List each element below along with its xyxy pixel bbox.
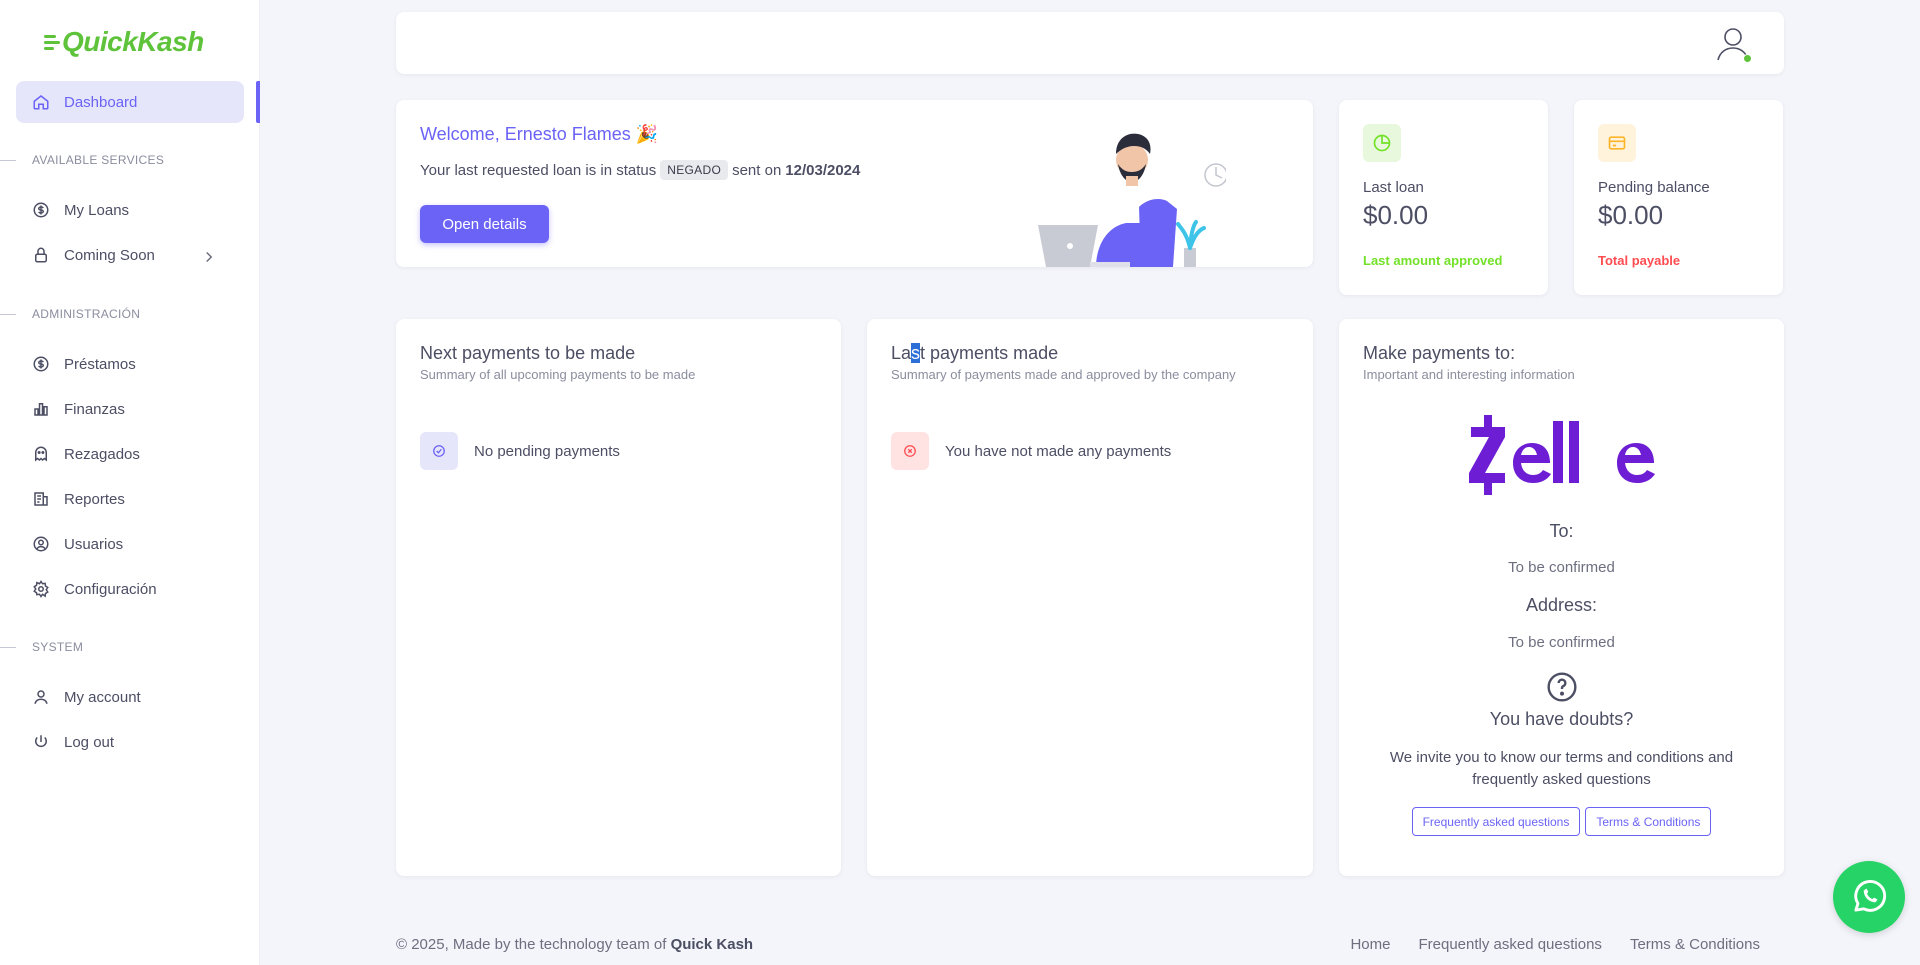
stat-label: Pending balance (1598, 179, 1710, 196)
footer-links: Home Frequently asked questions Terms & … (1350, 936, 1760, 953)
sidebar-item-my-account[interactable]: My account (32, 677, 242, 717)
card-subtitle: Important and interesting information (1363, 367, 1575, 382)
last-loan-card: Last loan $0.00 Last amount approved (1339, 100, 1548, 295)
footer-link-terms[interactable]: Terms & Conditions (1630, 936, 1760, 953)
home-icon (33, 95, 49, 110)
dollar-circle-icon (33, 202, 49, 218)
next-payments-card: Next payments to be made Summary of all … (396, 319, 841, 876)
sidebar-item-label: Rezagados (64, 445, 140, 463)
sidebar-item-prestamos[interactable]: Préstamos (32, 344, 242, 384)
welcome-status-line: Your last requested loan is in status NE… (420, 160, 861, 180)
lock-icon (35, 247, 47, 263)
sidebar-item-label: Usuarios (64, 535, 124, 553)
terms-button[interactable]: Terms & Conditions (1585, 807, 1712, 836)
sidebar-item-dashboard[interactable]: Dashboard (16, 81, 244, 123)
sidebar-item-label: Log out (64, 733, 115, 751)
app-logo[interactable]: QuickKash (44, 26, 204, 58)
status-text: No pending payments (474, 442, 620, 460)
power-icon (35, 735, 47, 748)
sidebar-item-my-loans[interactable]: My Loans (32, 190, 242, 230)
sidebar-item-reportes[interactable]: Reportes (32, 479, 242, 519)
whatsapp-button[interactable] (1833, 861, 1905, 933)
sidebar-item-label: Dashboard (64, 93, 138, 111)
welcome-card: Welcome, Ernesto Flames 🎉 Your last requ… (396, 100, 1313, 267)
next-payments-status: No pending payments (420, 432, 620, 470)
person-laptop-illustration (1038, 133, 1226, 267)
bar-chart-icon (34, 403, 48, 416)
sidebar-item-coming-soon[interactable]: Coming Soon (32, 235, 242, 275)
footer-link-home[interactable]: Home (1350, 936, 1390, 953)
loan-date: 12/03/2024 (785, 161, 861, 179)
user-icon (34, 690, 48, 704)
question-circle-icon (1339, 671, 1784, 703)
last-payments-status: You have not made any payments (891, 432, 1171, 470)
sidebar-item-label: My Loans (64, 201, 130, 219)
online-status-dot (1743, 54, 1752, 63)
sidebar-item-label: Finanzas (64, 400, 125, 418)
dollar-circle-icon (33, 356, 49, 372)
address-label: Address: (1525, 595, 1598, 615)
sidebar-item-finanzas[interactable]: Finanzas (32, 389, 242, 429)
sidebar-item-label: Reportes (64, 490, 125, 508)
card-title: Last payments made (891, 343, 1059, 363)
make-payments-card: Make payments to: Important and interest… (1339, 319, 1784, 876)
gear-icon (33, 580, 49, 598)
card-subtitle: Summary of payments made and approved by… (891, 367, 1236, 382)
x-circle-icon (891, 432, 929, 470)
credit-card-icon (1598, 124, 1636, 162)
stat-sub: Last amount approved (1363, 253, 1503, 268)
topbar (396, 12, 1784, 74)
pending-balance-card: Pending balance $0.00 Total payable (1574, 100, 1783, 295)
sidebar-item-rezagados[interactable]: Rezagados (32, 434, 242, 474)
logo-speed-lines (44, 34, 60, 50)
sidebar-item-label: Coming Soon (64, 246, 155, 264)
text-selection-highlight: s (911, 343, 921, 363)
welcome-title: Welcome, Ernesto Flames 🎉 (420, 124, 659, 144)
stat-sub: Total payable (1598, 253, 1681, 268)
address-value: To be confirmed (1508, 634, 1615, 651)
card-subtitle: Summary of all upcoming payments to be m… (420, 367, 696, 382)
chevron-right-icon (206, 251, 213, 263)
check-circle-icon (420, 432, 458, 470)
whatsapp-icon (1854, 880, 1887, 912)
ghost-icon (35, 446, 47, 462)
help-buttons: Frequently asked questions Terms & Condi… (1339, 807, 1784, 836)
to-label: To: (1549, 521, 1574, 541)
last-payments-card: Last payments made Summary of payments m… (867, 319, 1313, 876)
footer-copyright: © 2025, Made by the technology team of Q… (396, 936, 754, 953)
active-indicator (256, 81, 260, 123)
doubts-text: We invite you to know our terms and cond… (1389, 749, 1734, 788)
sidebar-item-label: Préstamos (64, 355, 136, 373)
sidebar-item-log-out[interactable]: Log out (32, 722, 242, 762)
open-details-button[interactable]: Open details (420, 205, 549, 243)
sidebar-item-label: My account (64, 688, 141, 706)
stat-value: $0.00 (1363, 200, 1429, 230)
status-text: You have not made any payments (945, 442, 1172, 460)
zelle-logo (1339, 415, 1784, 495)
loan-status-badge: NEGADO (660, 160, 729, 180)
card-title: Make payments to: (1363, 343, 1516, 363)
to-value: To be confirmed (1508, 559, 1615, 576)
section-title-system: SYSTEM (0, 639, 83, 655)
footer-brand: Quick Kash (670, 936, 754, 953)
card-title: Next payments to be made (420, 343, 636, 363)
doubts-title: You have doubts? (1489, 709, 1634, 729)
sidebar-item-usuarios[interactable]: Usuarios (32, 524, 242, 564)
sidebar-item-configuracion[interactable]: Configuración (32, 569, 242, 609)
sidebar-item-label: Configuración (64, 580, 157, 598)
section-title-services: AVAILABLE SERVICES (0, 152, 164, 168)
report-icon (34, 492, 48, 506)
footer-link-faq[interactable]: Frequently asked questions (1418, 936, 1601, 953)
stat-label: Last loan (1363, 179, 1424, 196)
pie-chart-icon (1363, 124, 1401, 162)
user-circle-icon (33, 536, 49, 552)
sidebar: QuickKash Dashboard AVAILABLE SERVICES M… (0, 0, 260, 965)
faq-button[interactable]: Frequently asked questions (1411, 807, 1581, 836)
stat-value: $0.00 (1598, 200, 1664, 230)
section-title-admin: ADMINISTRACIÓN (0, 306, 140, 322)
logo-text: QuickKash (62, 26, 204, 57)
